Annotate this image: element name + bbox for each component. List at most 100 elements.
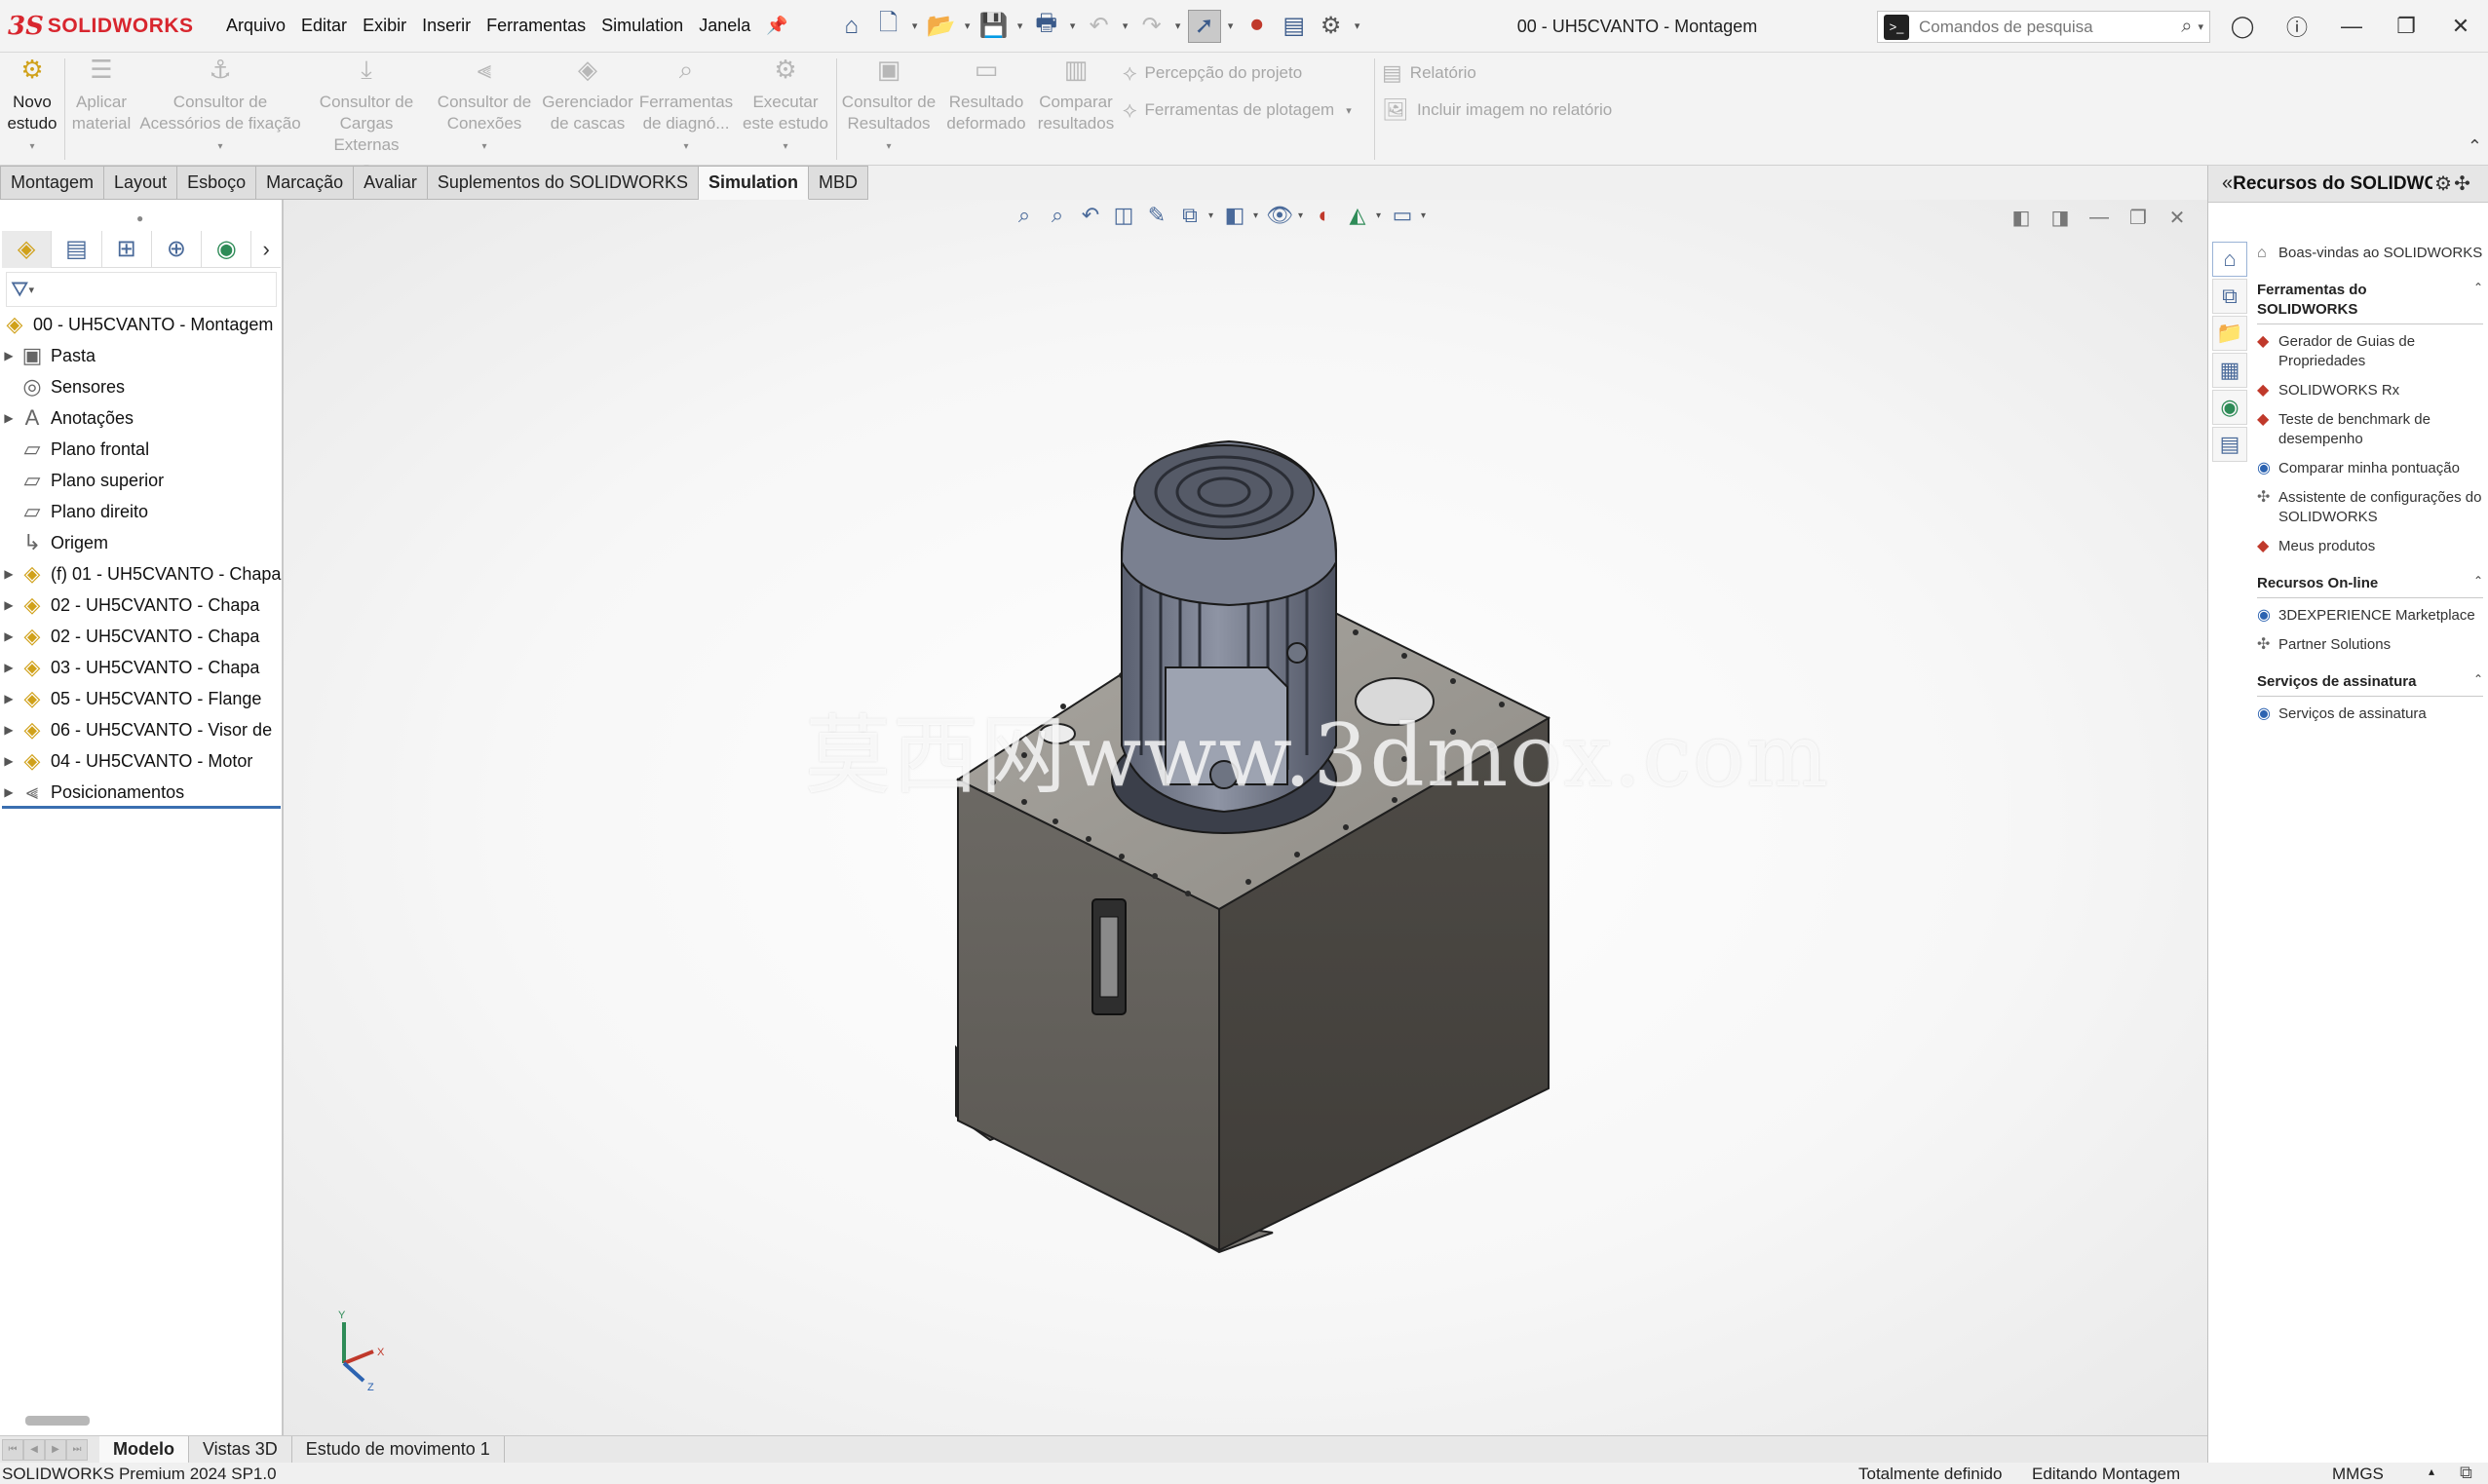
tree-node[interactable]: ▶ ⫷ Posicionamentos <box>0 777 283 808</box>
command-search[interactable]: >_ Comandos de pesquisa ⌕ ▾ <box>1877 11 2210 43</box>
appearances-icon[interactable]: ◉ <box>2212 390 2247 425</box>
expand-arrow-icon[interactable]: ▶ <box>0 411 18 425</box>
first-tab-icon[interactable]: ⏮ <box>2 1438 23 1461</box>
view-orientation-icon[interactable]: ⧉ <box>1175 201 1205 230</box>
next-tab-icon[interactable]: ▶ <box>45 1438 66 1461</box>
tree-node[interactable]: ▶ ▣ Pasta <box>0 340 283 371</box>
expand-arrow-icon[interactable]: ▶ <box>0 629 18 643</box>
split-right-icon[interactable]: ◨ <box>2044 202 2077 233</box>
chevron-down-icon[interactable]: ▾ <box>962 19 974 32</box>
chevron-up-icon[interactable]: ⌃ <box>2473 281 2483 294</box>
last-tab-icon[interactable]: ⏭ <box>66 1438 88 1461</box>
tab-simulation[interactable]: Simulation <box>698 166 809 200</box>
diagnostic-tools-button[interactable]: ⌕ Ferramentas de diagnó... ▾ <box>637 57 735 158</box>
minimize-icon[interactable]: — <box>2324 0 2379 53</box>
chevron-down-icon[interactable]: ▾ <box>909 19 921 32</box>
results-advisor-button[interactable]: ▣ Consultor de Resultados ▾ <box>838 57 939 158</box>
tab-montagem[interactable]: Montagem <box>0 166 105 200</box>
previous-view-icon[interactable]: ↶ <box>1076 201 1105 230</box>
options-gear-icon[interactable]: ⚙ <box>1315 10 1348 43</box>
search-placeholder[interactable]: Comandos de pesquisa <box>1919 18 2181 37</box>
property-manager-tab-icon[interactable]: ▤ <box>52 230 102 268</box>
chevron-down-icon[interactable]: ▾ <box>138 136 302 158</box>
previous-tab-icon[interactable]: ◀ <box>23 1438 45 1461</box>
report-button[interactable]: ▤ Relatório <box>1382 60 1476 86</box>
expand-arrow-icon[interactable]: ▶ <box>0 723 18 737</box>
menu-simulation[interactable]: Simulation <box>593 16 691 36</box>
menu-inserir[interactable]: Inserir <box>414 16 478 36</box>
tree-node[interactable]: ▱ Plano superior <box>0 465 283 496</box>
tab-vistas-3d[interactable]: Vistas 3D <box>189 1435 292 1464</box>
display-manager-tab-icon[interactable]: ◉ <box>202 230 252 268</box>
design-library-icon[interactable]: ⧉ <box>2212 279 2247 314</box>
design-insight-button[interactable]: ⟡ Percepção do projeto <box>1123 60 1302 86</box>
chevron-down-icon[interactable]: ▾ <box>1067 19 1079 32</box>
zoom-to-area-icon[interactable]: ⌕ <box>1043 201 1072 230</box>
restore-icon[interactable]: ❐ <box>2379 0 2433 53</box>
pin-icon[interactable]: ✣ <box>2454 171 2470 196</box>
chevron-down-icon[interactable]: ▾ <box>1253 210 1261 221</box>
tags-icon[interactable]: ⧉ <box>2460 1463 2472 1483</box>
edit-appearance-icon[interactable]: ◐ <box>1310 201 1339 230</box>
include-image-button[interactable]: 🖼 Incluir imagem no relatório <box>1382 97 1612 123</box>
task-pane-link[interactable]: ◆ Teste de benchmark de desempenho <box>2257 410 2483 449</box>
tab-mbd[interactable]: MBD <box>809 166 868 200</box>
tree-node[interactable]: ▱ Plano direito <box>0 496 283 527</box>
expand-arrow-icon[interactable]: ▶ <box>0 349 18 362</box>
gear-icon[interactable]: ⚙ <box>2434 171 2452 196</box>
task-pane-link[interactable]: ◉ Comparar minha pontuação <box>2257 459 2483 478</box>
menu-janela[interactable]: Janela <box>691 16 758 36</box>
horizontal-scrollbar[interactable] <box>25 1416 90 1426</box>
task-pane-section-header[interactable]: Serviços de assinatura ⌃ <box>2257 672 2483 697</box>
task-pane-section-header[interactable]: Ferramentas do SOLIDWORKS ⌃ <box>2257 281 2483 324</box>
tree-node[interactable]: ▶ ◈ 06 - UH5CVANTO - Visor de <box>0 714 283 745</box>
home-icon[interactable]: ⌂ <box>2212 242 2247 277</box>
chevron-down-icon[interactable]: ▾ <box>1376 210 1384 221</box>
view-palette-icon[interactable]: ▦ <box>2212 353 2247 388</box>
new-document-icon[interactable]: 🗋 <box>872 10 905 43</box>
chevron-down-icon[interactable]: ▾ <box>431 136 538 158</box>
user-account-icon[interactable]: ◯ <box>2215 0 2270 53</box>
chevron-down-icon[interactable]: ▾ <box>1421 210 1429 221</box>
chevron-up-icon[interactable]: ⌃ <box>2473 672 2483 686</box>
chevron-down-icon[interactable]: ▾ <box>4 136 60 158</box>
tree-rollback-bar[interactable] <box>2 806 281 809</box>
chevron-down-icon[interactable]: ▾ <box>637 136 735 158</box>
expand-arrow-icon[interactable]: ▶ <box>0 567 18 581</box>
chevron-down-icon[interactable]: ▾ <box>1208 210 1216 221</box>
feature-tree-tab-icon[interactable]: ◈ <box>2 230 53 268</box>
expand-arrow-icon[interactable]: ▶ <box>0 661 18 674</box>
new-study-button[interactable]: ⚙ Novo estudo ▾ <box>4 57 60 158</box>
tree-filter[interactable]: ⛛ ▾ <box>6 272 277 307</box>
home-icon[interactable]: ⌂ <box>835 10 868 43</box>
file-properties-icon[interactable]: ▤ <box>1278 10 1311 43</box>
tree-node[interactable]: ▶ A Anotações <box>0 402 283 434</box>
task-pane-link[interactable]: ◆ Meus produtos <box>2257 537 2483 556</box>
chevron-down-icon[interactable]: ▾ <box>2198 20 2203 33</box>
menu-ferramentas[interactable]: Ferramentas <box>478 16 593 36</box>
task-pane-section-header[interactable]: Recursos On-line ⌃ <box>2257 574 2483 598</box>
panel-splitter-handle[interactable]: ● <box>136 211 143 225</box>
expand-arrow-icon[interactable]: ▶ <box>0 598 18 612</box>
configuration-manager-tab-icon[interactable]: ⊞ <box>102 230 152 268</box>
tab-avaliar[interactable]: Avaliar <box>354 166 428 200</box>
task-pane-link[interactable]: ◉ 3DEXPERIENCE Marketplace <box>2257 606 2483 626</box>
apply-scene-icon[interactable]: ◭ <box>1343 201 1372 230</box>
chevron-down-icon[interactable]: ▾ <box>28 284 34 296</box>
welcome-link[interactable]: ⌂ Boas-vindas ao SOLIDWORKS <box>2257 244 2483 263</box>
fixtures-advisor-button[interactable]: ⚓ Consultor de Acessórios de fixação ▾ <box>138 57 302 158</box>
tab-suplementos[interactable]: Suplementos do SOLIDWORKS <box>427 166 699 200</box>
connections-advisor-button[interactable]: ⫷ Consultor de Conexões ▾ <box>431 57 538 158</box>
minimize-icon[interactable]: — <box>2083 202 2116 233</box>
help-icon[interactable]: ⓘ <box>2270 0 2324 53</box>
apply-material-button[interactable]: ☰ Aplicar material <box>68 57 134 134</box>
task-pane-link[interactable]: ✣ Partner Solutions <box>2257 635 2483 655</box>
shell-manager-button[interactable]: ◈ Gerenciador de cascas <box>540 57 635 134</box>
file-explorer-icon[interactable]: 📁 <box>2212 316 2247 351</box>
tab-esboco[interactable]: Esboço <box>177 166 257 200</box>
chevron-down-icon[interactable]: ▾ <box>1352 19 1363 32</box>
open-folder-icon[interactable]: 📂 <box>925 10 958 43</box>
tree-node[interactable]: ▶ ◈ 02 - UH5CVANTO - Chapa <box>0 590 283 621</box>
close-icon[interactable]: ✕ <box>2433 0 2488 53</box>
chevron-down-icon[interactable]: ▾ <box>1120 19 1131 32</box>
